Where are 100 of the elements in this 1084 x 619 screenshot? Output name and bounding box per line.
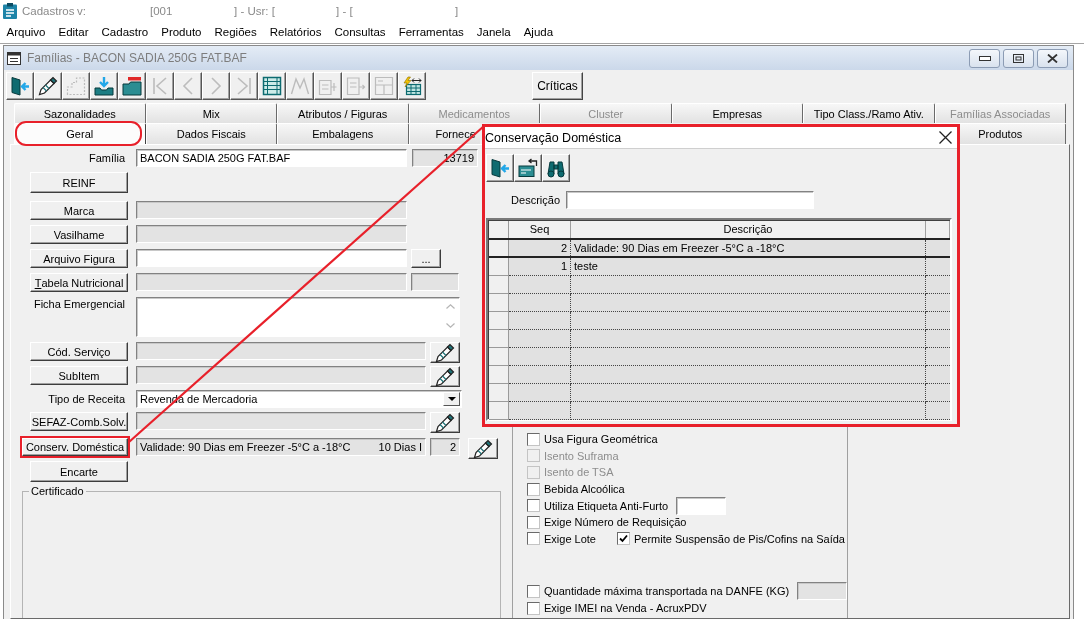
binoculars-icon bbox=[546, 158, 566, 178]
critiques-button[interactable]: Críticas bbox=[532, 72, 583, 100]
lookup-button[interactable]: Cód. Serviço bbox=[30, 342, 128, 361]
table-icon bbox=[262, 76, 282, 96]
input-field[interactable] bbox=[136, 249, 407, 267]
toolbar-button[interactable] bbox=[90, 72, 118, 100]
title-text: v: bbox=[77, 5, 87, 17]
checkbox-label: Quantidade máxima transportada na DANFE (KG) bbox=[544, 585, 790, 598]
toolbar-button[interactable] bbox=[486, 154, 514, 182]
menu-item[interactable]: Produto bbox=[154, 23, 208, 42]
tab[interactable]: Atributos / Figuras bbox=[277, 103, 409, 123]
checkbox-label: Permite Suspensão de Pis/Cofins na Saída bbox=[634, 532, 845, 545]
menu-item[interactable]: Arquivo bbox=[0, 23, 52, 42]
checkbox[interactable] bbox=[527, 482, 540, 496]
edit-button[interactable] bbox=[468, 438, 498, 459]
tab[interactable]: Tipo Class./Ramo Ativ. bbox=[803, 103, 935, 123]
checkbox[interactable] bbox=[617, 532, 630, 546]
lookup-button[interactable]: Arquivo Figura bbox=[30, 249, 128, 268]
tab[interactable]: Geral bbox=[14, 123, 146, 144]
input-field[interactable] bbox=[136, 342, 426, 360]
door-arrow-icon bbox=[490, 158, 510, 178]
toolbar-button[interactable] bbox=[118, 72, 146, 100]
toolbar-button[interactable] bbox=[258, 72, 286, 100]
door-arrow-icon bbox=[10, 76, 30, 96]
input-field[interactable] bbox=[136, 273, 407, 291]
table-cell: teste bbox=[571, 258, 926, 276]
edit-button[interactable] bbox=[430, 342, 460, 363]
menu-item[interactable]: Editar bbox=[52, 23, 96, 42]
table-row[interactable]: 2 Validade: 90 Dias em Freezer -5°C a -18°C bbox=[489, 238, 950, 258]
lookup-button[interactable]: Conserv. Doméstica bbox=[22, 438, 128, 456]
action-button[interactable]: Encarte bbox=[30, 461, 128, 482]
checkbox-label: Isento de TSA bbox=[544, 466, 614, 479]
search-field[interactable] bbox=[566, 191, 814, 209]
close-icon bbox=[938, 131, 952, 144]
checkbox[interactable] bbox=[527, 584, 540, 598]
toolbar-button[interactable] bbox=[514, 154, 542, 182]
toolbar-button[interactable] bbox=[34, 72, 62, 100]
menu-item[interactable]: Regiões bbox=[208, 23, 264, 42]
tab[interactable]: Fornece bbox=[408, 123, 480, 144]
menu-item[interactable]: Ferramentas bbox=[392, 23, 471, 42]
table-row[interactable]: 1 teste bbox=[489, 258, 950, 276]
edit-button[interactable] bbox=[430, 366, 460, 387]
field-label: Descrição bbox=[510, 194, 560, 206]
tab[interactable]: Mix bbox=[145, 103, 277, 123]
sequence-field: 2 bbox=[430, 438, 460, 456]
input-field[interactable] bbox=[411, 273, 459, 291]
input-field[interactable] bbox=[676, 496, 727, 515]
tab[interactable]: Dados Fiscais bbox=[145, 123, 277, 144]
card-undo-icon bbox=[518, 158, 538, 178]
input-field[interactable] bbox=[136, 225, 407, 243]
bolt-table-icon bbox=[402, 76, 422, 96]
checkbox[interactable] bbox=[527, 515, 540, 529]
tab[interactable]: Embalagens bbox=[277, 123, 409, 144]
tab[interactable]: Empresas bbox=[671, 103, 803, 123]
dialog-title: Conservação Doméstica bbox=[485, 130, 622, 145]
menu-item[interactable]: Cadastro bbox=[95, 23, 155, 42]
lookup-button[interactable]: SubItem bbox=[30, 366, 128, 385]
lookup-button[interactable]: Vasilhame bbox=[30, 225, 128, 244]
lookup-button[interactable]: Marca bbox=[30, 201, 128, 220]
stair-outline-icon bbox=[66, 76, 86, 96]
lookup-field[interactable]: Validade: 90 Dias em Freezer -5°C a -18°C 10 Dias I bbox=[136, 438, 426, 456]
menu-item[interactable]: Ajuda bbox=[517, 23, 560, 42]
field-value: 10 Dias I bbox=[378, 440, 422, 455]
pen-icon bbox=[38, 76, 58, 96]
form-arrow-icon bbox=[346, 76, 366, 96]
lookup-button[interactable]: SEFAZ-Comb.Solv. bbox=[30, 412, 128, 431]
table-cell: 1 bbox=[509, 258, 571, 276]
input-field[interactable] bbox=[136, 366, 426, 384]
checkbox-label: Exige IMEI na Venda - AcruxPDV bbox=[544, 602, 707, 615]
folder-minus-icon bbox=[122, 76, 142, 96]
action-button[interactable]: REINF bbox=[30, 172, 128, 193]
field-label: Ficha Emergencial bbox=[33, 297, 126, 311]
input-field[interactable] bbox=[136, 201, 407, 219]
minimize-icon bbox=[978, 55, 991, 61]
browse-button[interactable]: ... bbox=[411, 249, 441, 268]
field-label: Tipo de Receita bbox=[48, 392, 126, 407]
checkbox[interactable] bbox=[527, 601, 540, 615]
menu-item[interactable]: Consultas bbox=[328, 23, 393, 42]
toolbar-button[interactable] bbox=[542, 154, 570, 182]
checkbox[interactable] bbox=[527, 499, 540, 513]
input-field[interactable] bbox=[136, 412, 426, 430]
toolbar-button[interactable] bbox=[6, 72, 34, 100]
text-area[interactable] bbox=[136, 297, 460, 337]
menu-item[interactable]: Relatórios bbox=[263, 23, 328, 42]
toolbar-button[interactable] bbox=[398, 72, 426, 100]
tab[interactable]: Sazonalidades bbox=[14, 103, 146, 123]
title-text: ] - Usr: [ bbox=[234, 5, 276, 17]
field-label: Família bbox=[88, 151, 126, 166]
lookup-button[interactable]: Tabela Nutricional bbox=[30, 273, 128, 292]
tray-download-icon bbox=[94, 76, 114, 96]
group-title: Certificado bbox=[30, 485, 85, 497]
checkbox[interactable] bbox=[527, 432, 540, 446]
text-field[interactable]: BACON SADIA 250G FAT.BAF bbox=[136, 149, 407, 167]
pen-icon bbox=[435, 342, 455, 363]
title-text: [001 bbox=[150, 5, 174, 17]
edit-button[interactable] bbox=[430, 412, 460, 433]
peaks-icon bbox=[290, 76, 310, 96]
form-split-icon bbox=[374, 76, 394, 96]
checkbox[interactable] bbox=[527, 532, 540, 546]
menu-item[interactable]: Janela bbox=[470, 23, 518, 42]
